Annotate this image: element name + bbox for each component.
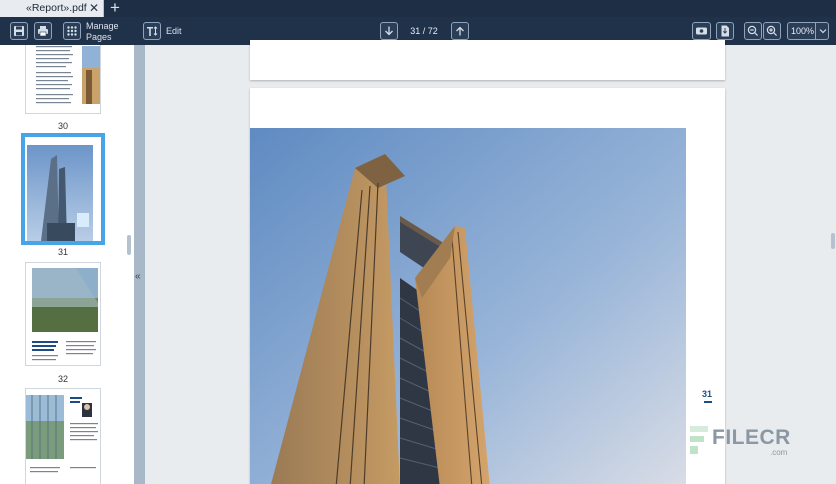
previous-page: [250, 40, 725, 80]
zoom-in-button[interactable]: [763, 22, 781, 40]
sidebar-splitter[interactable]: «: [134, 45, 145, 484]
text-edit-icon: [147, 26, 158, 36]
sidebar-scrollbar[interactable]: [127, 235, 131, 255]
chevron-down-icon[interactable]: [818, 26, 828, 36]
add-tab-icon[interactable]: +: [106, 0, 124, 17]
zoom-out-button[interactable]: [744, 22, 762, 40]
manage-pages-button[interactable]: [63, 22, 81, 40]
watermark-brand: FILECR: [712, 426, 791, 449]
printer-icon: [38, 26, 48, 37]
document-info-button[interactable]: [716, 22, 734, 40]
next-page-button[interactable]: [380, 22, 398, 40]
thumbnail-page-30[interactable]: [25, 45, 101, 114]
page-number-underline: [704, 401, 712, 403]
watermark-domain: .com: [770, 448, 788, 457]
thumbnail-content: [26, 395, 98, 473]
thumbnail-number: 31: [57, 247, 68, 257]
thumbnail-page-33[interactable]: [25, 388, 101, 484]
screen-icon: [696, 27, 707, 35]
document-viewer: 31: [145, 40, 836, 484]
watermark: FILECR .com: [688, 424, 798, 460]
building-photo: [250, 128, 686, 484]
save-icon: [14, 26, 24, 36]
watermark-logo-icon: [690, 426, 708, 454]
zoom-divider: [815, 23, 816, 39]
thumbnail-number: 32: [57, 374, 68, 384]
tab-title: «Report».pdf: [26, 2, 87, 14]
page-number-label: 31: [702, 389, 713, 399]
document-tab[interactable]: «Report».pdf ✕: [0, 0, 104, 17]
grid-icon: [67, 26, 77, 36]
edit-text-button[interactable]: [143, 22, 161, 40]
manage-pages-label-2: Pages: [86, 32, 112, 42]
tab-bar: «Report».pdf ✕ +: [0, 0, 836, 17]
thumbnail-content: [25, 137, 101, 241]
arrow-down-icon: [385, 26, 393, 36]
edit-label: Edit: [166, 26, 182, 36]
manage-pages-label-1: Manage: [86, 21, 119, 31]
thumbnail-content: [36, 46, 100, 104]
viewer-scrollbar[interactable]: [831, 233, 835, 249]
zoom-value: 100%: [791, 26, 815, 36]
thumbnail-content: [32, 268, 98, 361]
thumbnail-sidebar: 30 31 32: [0, 45, 134, 484]
document-icon: [721, 25, 729, 37]
thumbnail-number: 30: [57, 121, 68, 131]
arrow-up-icon: [456, 26, 464, 36]
page-indicator: 31 / 72: [410, 26, 438, 36]
thumbnail-page-31[interactable]: [25, 137, 101, 241]
zoom-in-icon: [766, 25, 778, 37]
zoom-out-icon: [747, 25, 759, 37]
current-page: 31: [250, 88, 725, 484]
previous-page-button[interactable]: [451, 22, 469, 40]
thumbnail-page-32[interactable]: [25, 262, 101, 366]
tab-close-icon[interactable]: ✕: [89, 1, 99, 15]
save-button[interactable]: [10, 22, 28, 40]
print-button[interactable]: [34, 22, 52, 40]
presentation-button[interactable]: [692, 22, 711, 40]
collapse-sidebar-icon[interactable]: «: [135, 271, 141, 282]
zoom-select[interactable]: 100%: [787, 22, 829, 40]
